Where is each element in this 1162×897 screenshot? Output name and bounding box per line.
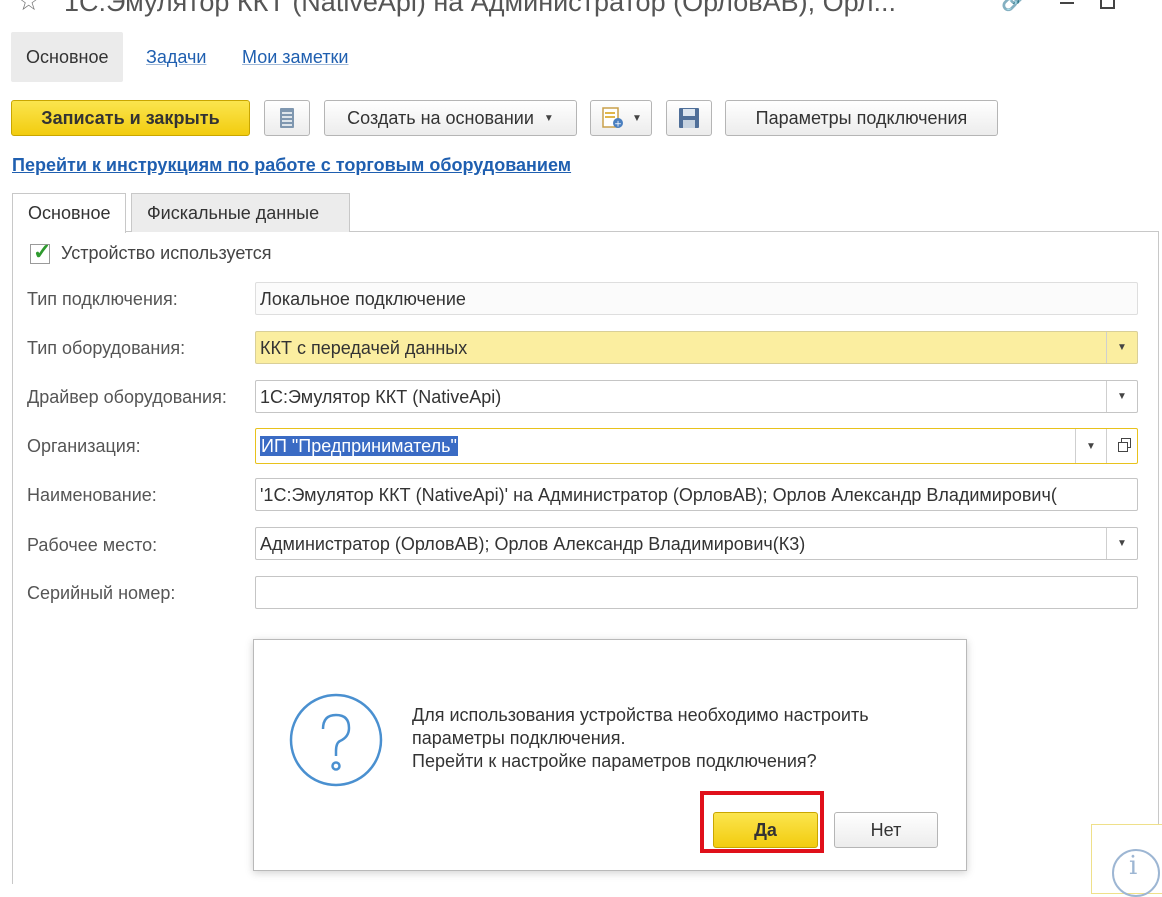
favorite-star-icon[interactable]: ☆ — [17, 0, 40, 17]
equipment-instructions-link[interactable]: Перейти к инструкциям по работе с торгов… — [12, 155, 571, 176]
print-menu-button[interactable]: + ▼ — [590, 100, 652, 136]
window-titlebar: ☆ 1С:Эмулятор ККТ (NativeApi) на Админис… — [0, 0, 1162, 24]
dropdown-arrow-icon[interactable]: ▼ — [1106, 528, 1137, 559]
organization-label: Организация: — [27, 436, 141, 456]
connection-type-field: Локальное подключение — [255, 282, 1138, 315]
nav-main[interactable]: Основное — [11, 32, 124, 82]
nav-tasks[interactable]: Задачи — [146, 32, 206, 82]
organization-field[interactable]: ИП "Предприниматель" ▼ — [255, 428, 1138, 464]
serial-number-label: Серийный номер: — [27, 583, 176, 603]
nav-notes[interactable]: Мои заметки — [242, 32, 349, 82]
name-value: '1С:Эмулятор ККТ (NativeApi)' на Админис… — [260, 485, 1057, 505]
workplace-select[interactable]: Администратор (ОрловАВ); Орлов Александр… — [255, 527, 1138, 560]
tab-main[interactable]: Основное — [12, 193, 127, 233]
tab-fiscal-data[interactable]: Фискальные данные — [131, 193, 350, 232]
driver-label: Драйвер оборудования: — [27, 387, 227, 407]
maximize-icon[interactable] — [1100, 0, 1115, 9]
dropdown-arrow-icon[interactable]: ▼ — [1106, 381, 1137, 412]
save-button[interactable] — [666, 100, 712, 136]
connection-type-value: Локальное подключение — [260, 289, 466, 309]
save-close-label: Записать и закрыть — [41, 107, 220, 128]
create-based-on-button[interactable]: Создать на основании ▼ — [324, 100, 577, 136]
create-based-on-label: Создать на основании — [347, 107, 534, 128]
device-used-label: Устройство используется — [61, 243, 272, 263]
organization-value: ИП "Предприниматель" — [260, 436, 458, 456]
window-title: 1С:Эмулятор ККТ (NativeApi) на Администр… — [64, 0, 896, 17]
serial-number-field[interactable] — [255, 576, 1138, 609]
list-button[interactable] — [264, 100, 310, 136]
dialog-line-3: Перейти к настройке параметров подключен… — [412, 751, 817, 771]
driver-value: 1С:Эмулятор ККТ (NativeApi) — [260, 387, 502, 407]
dialog-line-1: Для использования устройства необходимо … — [412, 705, 869, 725]
dialog-message: Для использования устройства необходимо … — [412, 704, 869, 773]
workplace-label: Рабочее место: — [27, 535, 158, 555]
minimize-icon[interactable] — [1060, 2, 1074, 4]
save-disk-icon — [679, 108, 699, 128]
chevron-down-icon: ▼ — [632, 112, 642, 124]
connection-type-label: Тип подключения: — [27, 289, 178, 309]
confirm-dialog: Для использования устройства необходимо … — [253, 639, 967, 871]
list-icon — [280, 108, 294, 128]
equipment-type-label: Тип оборудования: — [27, 338, 186, 358]
name-label: Наименование: — [27, 485, 157, 505]
question-icon — [289, 693, 383, 787]
device-used-checkbox[interactable]: ✓ — [30, 239, 51, 264]
workplace-value: Администратор (ОрловАВ); Орлов Александр… — [260, 534, 806, 554]
yes-button[interactable]: Да — [713, 812, 818, 848]
save-close-button[interactable]: Записать и закрыть — [11, 100, 250, 136]
checkmark-icon: ✓ — [33, 239, 52, 264]
chevron-down-icon: ▼ — [543, 112, 554, 124]
dropdown-arrow-icon[interactable]: ▼ — [1106, 332, 1137, 363]
info-glyph: i — [1129, 851, 1138, 881]
open-form-icon[interactable] — [1106, 429, 1137, 463]
link-icon[interactable]: 🔗 — [1001, 0, 1026, 13]
equipment-type-select[interactable]: ККТ с передачей данных ▼ — [255, 331, 1138, 364]
dialog-line-2: параметры подключения. — [412, 728, 626, 748]
dropdown-arrow-icon[interactable]: ▼ — [1075, 429, 1106, 463]
svg-text:+: + — [614, 120, 622, 130]
name-field[interactable]: '1С:Эмулятор ККТ (NativeApi)' на Админис… — [255, 478, 1138, 511]
driver-select[interactable]: 1С:Эмулятор ККТ (NativeApi) ▼ — [255, 380, 1138, 413]
connection-params-label: Параметры подключения — [755, 107, 968, 128]
equipment-type-value: ККТ с передачей данных — [260, 338, 468, 358]
document-add-icon: + — [602, 107, 624, 130]
no-button[interactable]: Нет — [834, 812, 938, 848]
connection-params-button[interactable]: Параметры подключения — [725, 100, 998, 136]
